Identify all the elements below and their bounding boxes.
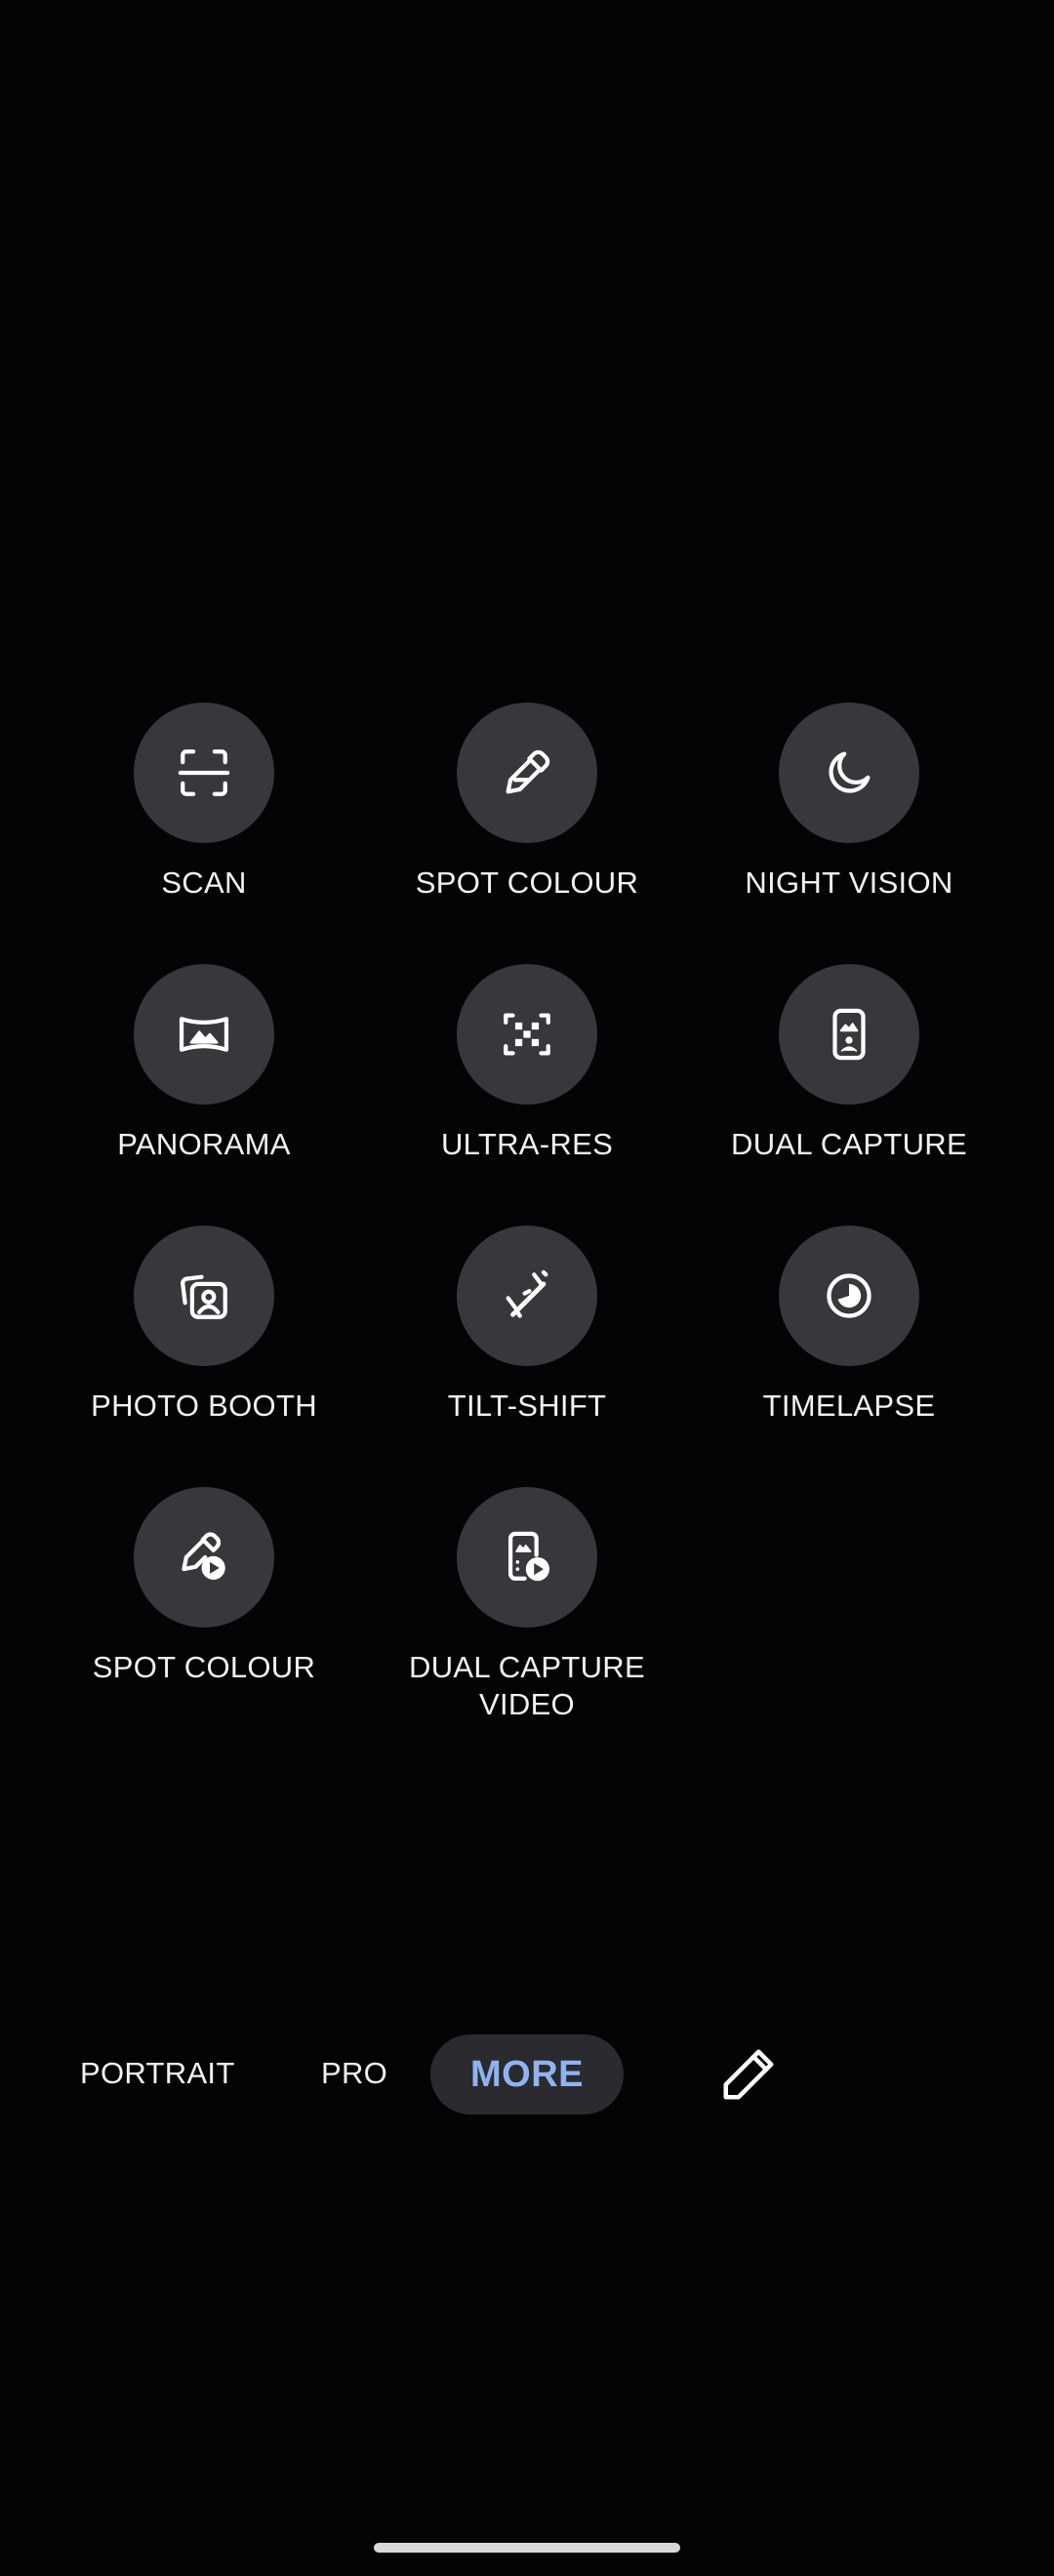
scan-icon — [178, 749, 230, 796]
mode-label: SPOT COLOUR — [415, 865, 639, 900]
mode-photo-booth[interactable]: PHOTO BOOTH — [43, 1226, 365, 1425]
mode-dual-capture-video[interactable]: DUAL CAPTURE VIDEO — [366, 1487, 688, 1723]
ultra-res-icon — [504, 1013, 550, 1056]
mode-label: PANORAMA — [117, 1127, 291, 1161]
spot-colour-video-icon — [182, 1532, 225, 1580]
mode-tab-pro[interactable]: PRO — [321, 2056, 387, 2091]
dual-capture-icon — [832, 1008, 866, 1061]
mode-tab-more-label: MORE — [470, 2053, 584, 2095]
mode-dual-capture-video-button[interactable] — [457, 1487, 597, 1628]
mode-label: SPOT COLOUR — [92, 1650, 316, 1684]
eyedropper-icon — [506, 749, 550, 794]
mode-label: TIMELAPSE — [762, 1389, 936, 1423]
mode-spot-colour-video[interactable]: SPOT COLOUR — [43, 1487, 365, 1686]
mode-dual-capture[interactable]: DUAL CAPTURE — [688, 964, 1010, 1163]
mode-timelapse[interactable]: TIMELAPSE — [688, 1226, 1010, 1425]
mode-tab-portrait[interactable]: PORTRAIT — [80, 2056, 235, 2091]
mode-ultra-res-button[interactable] — [457, 964, 597, 1105]
mode-spot-colour-video-button[interactable] — [134, 1487, 274, 1628]
mode-label: ULTRA-RES — [440, 1127, 614, 1161]
mode-label: DUAL CAPTURE VIDEO — [409, 1650, 645, 1721]
tilt-shift-icon — [506, 1269, 548, 1318]
mode-scan[interactable]: SCAN — [43, 703, 365, 902]
dual-capture-video-icon — [507, 1531, 549, 1582]
mode-tilt-shift[interactable]: TILT-SHIFT — [366, 1226, 688, 1425]
mode-photo-booth-button[interactable] — [134, 1226, 274, 1366]
home-indicator[interactable] — [374, 2543, 680, 2553]
mode-scan-button[interactable] — [134, 703, 274, 843]
mode-label: TILT-SHIFT — [447, 1389, 607, 1423]
mode-ultra-res[interactable]: ULTRA-RES — [366, 964, 688, 1163]
mode-panorama-button[interactable] — [134, 964, 274, 1105]
mode-label: NIGHT VISION — [745, 865, 953, 900]
mode-label: PHOTO BOOTH — [91, 1389, 317, 1423]
mode-spot-colour[interactable]: SPOT COLOUR — [366, 703, 688, 902]
mode-night-vision[interactable]: NIGHT VISION — [688, 703, 1010, 902]
mode-timelapse-button[interactable] — [779, 1226, 919, 1366]
mode-panorama[interactable]: PANORAMA — [43, 964, 365, 1163]
edit-modes-button[interactable] — [718, 2044, 779, 2105]
photo-booth-icon — [181, 1274, 227, 1319]
mode-dual-capture-button[interactable] — [779, 964, 919, 1105]
mode-tilt-shift-button[interactable] — [457, 1226, 597, 1366]
panorama-icon — [179, 1017, 229, 1052]
mode-spot-colour-button[interactable] — [457, 703, 597, 843]
mode-tab-more[interactable]: MORE — [430, 2034, 624, 2114]
mode-night-vision-button[interactable] — [779, 703, 919, 843]
moon-icon — [829, 751, 871, 793]
timelapse-icon — [827, 1273, 872, 1318]
pencil-icon — [723, 2049, 774, 2100]
mode-label: DUAL CAPTURE — [731, 1127, 967, 1161]
mode-label: SCAN — [161, 865, 247, 900]
